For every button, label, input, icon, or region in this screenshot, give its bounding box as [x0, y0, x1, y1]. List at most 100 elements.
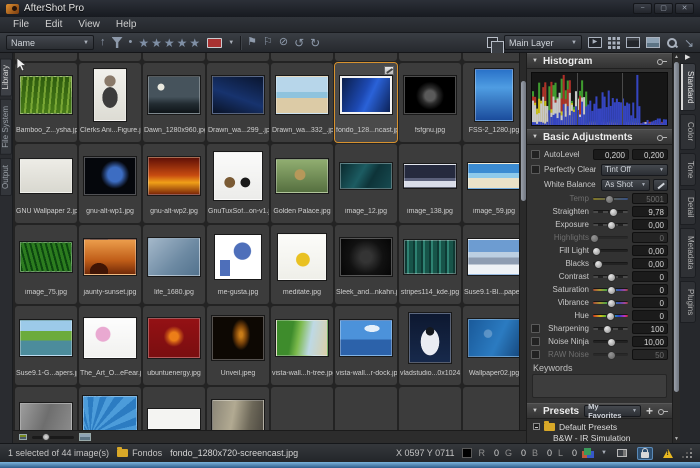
checkbox-noise-ninja[interactable]: [531, 337, 540, 346]
thumbnail-cell[interactable]: vista-wall...r-dock.jpg: [335, 306, 397, 385]
minimize-button[interactable]: −: [633, 3, 652, 14]
value-noise-ninja[interactable]: 10,00: [632, 336, 668, 347]
flag-outline-icon[interactable]: ⚐: [263, 37, 273, 48]
slider-knob[interactable]: [609, 208, 618, 217]
checkbox-sharpening[interactable]: [531, 324, 540, 333]
thumbnail-cell[interactable]: gnu-alt-wp1.jpg: [79, 144, 141, 223]
thumbnail-cell[interactable]: stripes114_kde.jpg: [399, 225, 461, 304]
slider-knob[interactable]: [605, 195, 614, 204]
sidebar-tab-file-system[interactable]: File System: [0, 99, 12, 155]
color-label-swatch[interactable]: [207, 38, 222, 48]
thumbnail-cell[interactable]: [79, 387, 141, 433]
thumbnail-cell[interactable]: fondo_128...ncast.jpg: [335, 63, 397, 142]
histogram-header[interactable]: ▼ Histogram: [527, 53, 672, 69]
slider-saturation[interactable]: [593, 288, 628, 291]
thumbnail-cell[interactable]: [143, 387, 205, 433]
slider-contrast[interactable]: [593, 275, 628, 278]
thumbnail-cell[interactable]: Drawn_wa...299_.jpg: [207, 63, 269, 142]
thumbnail-image[interactable]: [278, 234, 326, 280]
preset-item[interactable]: Default Presets: [527, 421, 672, 432]
thumbnail-image[interactable]: [340, 238, 392, 276]
magnifier-icon[interactable]: [666, 37, 678, 49]
panel-tab-detail[interactable]: Detail: [680, 189, 696, 225]
collapse-icon[interactable]: ▼: [532, 134, 538, 140]
resize-grip[interactable]: [683, 449, 692, 458]
thumbnail-image[interactable]: [404, 164, 456, 188]
thumbnail-cell-partial[interactable]: [463, 53, 525, 61]
slider-hue[interactable]: [593, 314, 628, 317]
thumbnail-cell[interactable]: fsfgnu.jpg: [399, 63, 461, 142]
thumbnail-image[interactable]: [84, 239, 136, 275]
thumbnail-cell[interactable]: gnu-alt-wp2.jpg: [143, 144, 205, 223]
dual-monitor-button[interactable]: [614, 447, 630, 460]
slider-knob[interactable]: [607, 338, 616, 347]
slider-knob[interactable]: [592, 247, 601, 256]
thumbnail-image[interactable]: [84, 318, 136, 358]
thumbnail-cell[interactable]: me-gusta.jpg: [207, 225, 269, 304]
chevron-down-icon[interactable]: ▼: [601, 450, 607, 456]
thumbnail-image[interactable]: [148, 318, 200, 358]
thumbnail-image[interactable]: [83, 396, 137, 433]
thumbnail-image[interactable]: [84, 157, 136, 195]
thumbnail-cell[interactable]: Wallpaper02.jpg: [463, 306, 525, 385]
thumbnail-cell-partial[interactable]: [143, 53, 205, 61]
thumbnail-image[interactable]: [148, 409, 200, 429]
large-thumbnails-icon[interactable]: [79, 433, 91, 441]
thumbnail-cell[interactable]: Suse9.1-Bl...papers.jpg: [463, 225, 525, 304]
slideshow-icon[interactable]: ▶: [588, 37, 602, 48]
thumbnail-cell[interactable]: GnuTuxSof...on-v1.jpg: [207, 144, 269, 223]
thumbnail-image[interactable]: [148, 157, 200, 195]
panel-tab-color[interactable]: Color: [680, 114, 696, 149]
menu-file[interactable]: File: [6, 18, 36, 31]
thumbnail-cell[interactable]: FSS-2_1280.jpg: [463, 63, 525, 142]
collapse-icon[interactable]: ▼: [532, 58, 538, 64]
thumbnail-cell[interactable]: Clerks Ani...Figure.jpg: [79, 63, 141, 142]
thumbnail-image[interactable]: [404, 76, 456, 114]
pin-icon[interactable]: [657, 58, 667, 64]
thumbnail-cell[interactable]: The_Art_O...eFear.jpg: [79, 306, 141, 385]
thumbnail-cell[interactable]: Sleek_and...nkahn.jpg: [335, 225, 397, 304]
layers-icon[interactable]: [487, 37, 498, 48]
autolevel-value-1[interactable]: 0,200: [593, 149, 629, 160]
no-rating-icon[interactable]: •: [129, 37, 133, 48]
slider-straighten[interactable]: [593, 210, 628, 213]
star-icon[interactable]: ★: [151, 37, 163, 49]
panel-tab-metadata[interactable]: Metadata: [680, 228, 696, 277]
value-raw-noise[interactable]: 50: [632, 349, 668, 360]
reject-icon[interactable]: ⊘: [279, 37, 288, 48]
thumbnail-cell[interactable]: image_138.jpg: [399, 144, 461, 223]
value-exposure[interactable]: 0,00: [632, 219, 668, 230]
pin-icon[interactable]: [657, 134, 667, 140]
thumbnail-cell[interactable]: [207, 387, 269, 433]
slider-knob[interactable]: [590, 234, 599, 243]
scroll-down-icon[interactable]: ▼: [673, 435, 680, 443]
scroll-up-icon[interactable]: ▲: [673, 53, 680, 61]
slider-knob[interactable]: [607, 273, 616, 282]
menu-edit[interactable]: Edit: [38, 18, 69, 31]
thumbnail-image[interactable]: [20, 76, 72, 114]
thumbnail-image[interactable]: [212, 316, 264, 360]
close-button[interactable]: ✕: [675, 3, 694, 14]
thumbnail-image[interactable]: [20, 242, 72, 272]
eyedropper-button[interactable]: [653, 179, 668, 191]
thumbnail-image[interactable]: [148, 76, 200, 114]
slider-sharpening[interactable]: [593, 327, 628, 330]
slider-vibrance[interactable]: [593, 301, 628, 304]
sidebar-tab-library[interactable]: Library: [0, 58, 12, 96]
thumbnail-image[interactable]: [468, 319, 520, 357]
pin-icon[interactable]: [658, 408, 667, 414]
thumbnail-cell[interactable]: GNU Wallpaper 2.jpg: [15, 144, 77, 223]
tint-dropdown[interactable]: Tint Off ▼: [601, 164, 668, 176]
value-blacks[interactable]: 0,00: [632, 258, 668, 269]
thumbnail-image[interactable]: [20, 159, 72, 193]
current-folder[interactable]: Fondos: [132, 448, 162, 458]
value-contrast[interactable]: 0: [632, 271, 668, 282]
thumbnail-cell-partial[interactable]: [399, 53, 461, 61]
thumbnail-image[interactable]: [94, 69, 126, 121]
thumbnail-image[interactable]: [276, 76, 328, 114]
value-hue[interactable]: 0: [632, 310, 668, 321]
thumbnail-image[interactable]: [276, 159, 328, 193]
slider-knob[interactable]: [594, 260, 603, 269]
thumbnail-cell[interactable]: vladstudio...0x1024.jpg: [399, 306, 461, 385]
value-highlights[interactable]: 0: [632, 232, 668, 243]
